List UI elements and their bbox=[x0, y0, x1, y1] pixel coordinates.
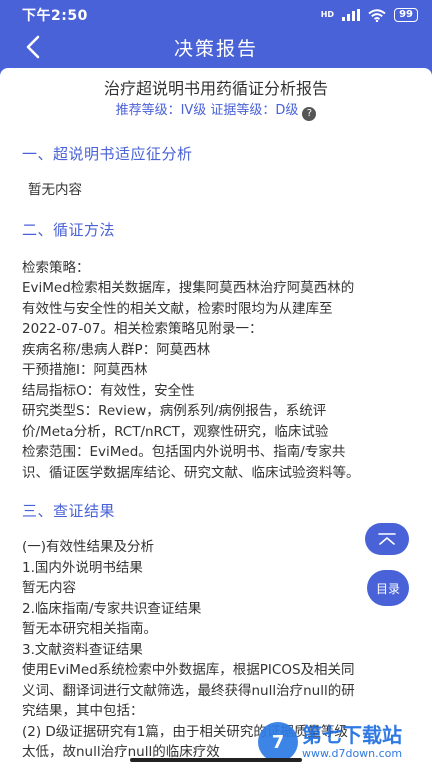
signal-icon bbox=[342, 9, 361, 21]
hd-icon: HD bbox=[320, 10, 335, 19]
chevron-up-icon bbox=[378, 533, 396, 545]
text-line: 3.文献资料查证结果 bbox=[22, 641, 143, 658]
report-content[interactable]: 治疗超说明书用药循证分析报告 推荐等级：IV级 证据等级：D级? 一、超说明书适… bbox=[0, 68, 432, 768]
chevron-left-icon bbox=[26, 35, 40, 59]
section-text-indication: 暂无内容 bbox=[28, 182, 82, 198]
grade-text: 推荐等级：IV级 证据等级：D级 bbox=[115, 103, 299, 118]
text-line: 2022-07-07。相关检索策略见附录一： bbox=[22, 321, 263, 337]
home-indicator[interactable] bbox=[130, 758, 302, 762]
text-line: 暂无本研究相关指南。 bbox=[22, 621, 157, 637]
text-line: 结局指标O：有效性，安全性 bbox=[22, 382, 195, 399]
battery-icon: 99 bbox=[394, 8, 418, 22]
text-line: 义词、翻译词进行文献筛选，最终获得null治疗null的研 bbox=[22, 682, 355, 699]
section-body-method: 检索策略： EviMed检索相关数据库，搜集阿莫西林治疗阿莫西林的 有效性与安全… bbox=[22, 258, 410, 484]
text-line: (一)有效性结果及分析 bbox=[22, 539, 155, 555]
toc-label: 目录 bbox=[375, 581, 400, 596]
watermark-url: www.d7down.com bbox=[302, 747, 403, 760]
report-title: 治疗超说明书用药循证分析报告 bbox=[103, 79, 328, 98]
watermark-logo-icon: 7 bbox=[258, 722, 298, 762]
section-heading-indication: 一、超说明书适应征分析 bbox=[22, 145, 193, 163]
section-heading-results: 三、查证结果 bbox=[22, 502, 116, 520]
text-line: EviMed检索相关数据库，搜集阿莫西林治疗阿莫西林的 bbox=[22, 280, 355, 296]
text-line: 干预措施I：阿莫西林 bbox=[22, 362, 148, 378]
text-line: 使用EviMed系统检索中外数据库，根据PICOS及相关同 bbox=[22, 662, 355, 678]
text-line: 2.临床指南/专家共识查证结果 bbox=[22, 600, 202, 617]
nav-bar: 决策报告 bbox=[0, 30, 432, 64]
text-line: 暂无内容 bbox=[22, 580, 76, 596]
text-line: 检索策略： bbox=[22, 259, 90, 276]
back-button[interactable] bbox=[18, 32, 48, 62]
grade-line: 推荐等级：IV级 证据等级：D级? bbox=[22, 102, 410, 121]
status-time: 下午2:50 bbox=[22, 8, 88, 24]
text-line: 1.国内外说明书结果 bbox=[22, 559, 143, 576]
toc-button[interactable]: 目录 bbox=[367, 570, 409, 606]
text-line: 检索范围：EviMed。包括国内外说明书、指南/专家共 bbox=[22, 444, 346, 460]
text-line: 价/Meta分析，RCT/nRCT，观察性研究，临床试验 bbox=[22, 423, 329, 440]
status-bar: 下午2:50 HD 99 bbox=[0, 0, 432, 30]
text-line: 研究类型S：Review，病例系列/病例报告，系统评 bbox=[22, 403, 327, 419]
watermark-name: 第七下载站 bbox=[302, 723, 402, 747]
text-line: 有效性与安全性的相关文献，检索时限均为从建库至 bbox=[22, 300, 333, 317]
status-icons: HD 99 bbox=[321, 8, 418, 22]
text-line: 疾病名称/患病人群P：阿莫西林 bbox=[22, 341, 211, 358]
wifi-icon bbox=[368, 8, 386, 22]
help-icon[interactable]: ? bbox=[302, 107, 317, 121]
page-title: 决策报告 bbox=[173, 37, 258, 60]
section-heading-method: 二、循证方法 bbox=[22, 220, 116, 239]
text-line: 识、循证医学数据库结论、研究文献、临床试验资料等。 bbox=[22, 464, 360, 481]
scroll-to-top-button[interactable] bbox=[365, 523, 409, 555]
